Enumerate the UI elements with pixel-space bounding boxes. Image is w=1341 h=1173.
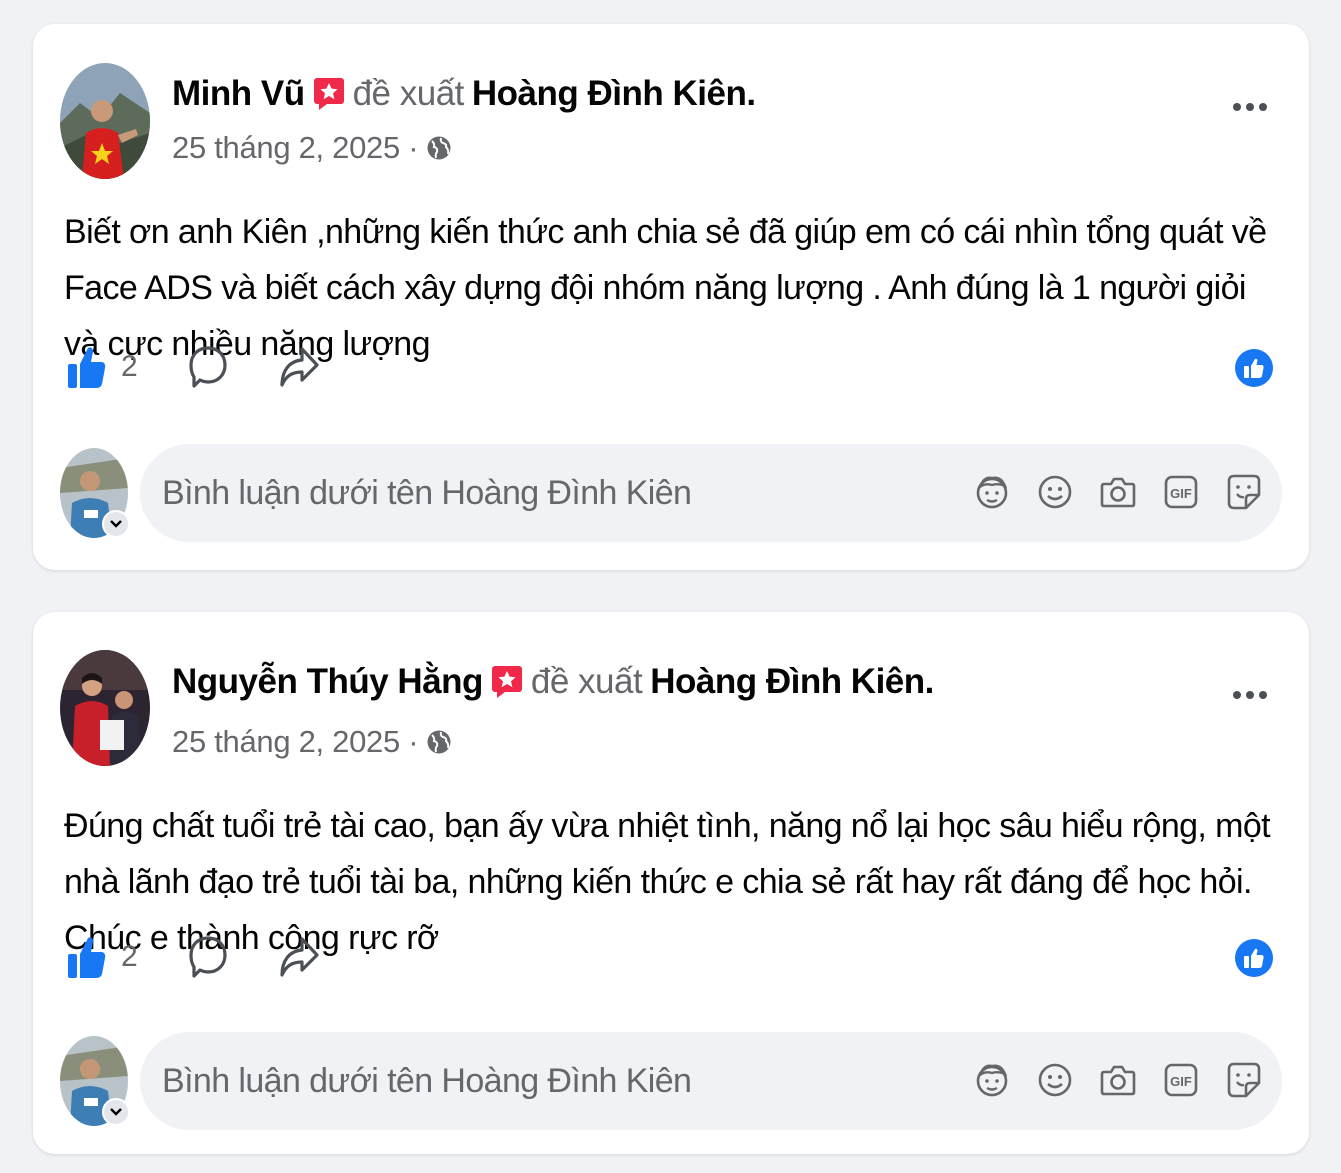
comment-bubble-icon [189, 936, 227, 978]
like-count: 2 [121, 940, 138, 973]
author-avatar[interactable] [60, 650, 150, 766]
like-reaction-icon[interactable] [1235, 349, 1273, 387]
recommend-verb: đề xuất [530, 662, 643, 701]
post-date[interactable]: 25 tháng 2, 2025 · [172, 130, 419, 166]
action-bar: 2 [67, 934, 320, 980]
author-avatar[interactable] [60, 63, 150, 179]
svg-text:GIF: GIF [1170, 1074, 1192, 1089]
recommend-star-badge-icon [491, 664, 523, 700]
emoji-icon[interactable] [1035, 1060, 1075, 1100]
emoji-icon[interactable] [1035, 472, 1075, 512]
comment-composer: GIF [140, 444, 1282, 542]
author-name[interactable]: Nguyễn Thúy Hằng [172, 662, 483, 702]
comment-button[interactable] [188, 935, 228, 979]
comment-bubble-icon [189, 346, 227, 388]
post-meta: 25 tháng 2, 2025 · [172, 130, 452, 166]
globe-icon [427, 136, 451, 160]
recommend-star-badge-icon [313, 76, 345, 112]
comment-composer: GIF [140, 1032, 1282, 1130]
more-horizontal-icon[interactable] [1233, 690, 1267, 700]
composer-tools: GIF [949, 472, 1264, 512]
share-arrow-icon [280, 937, 319, 977]
sticker-icon[interactable] [1224, 472, 1264, 512]
post-meta: 25 tháng 2, 2025 · [172, 724, 452, 760]
globe-icon [427, 730, 451, 754]
chevron-down-icon[interactable] [102, 1098, 130, 1126]
more-horizontal-icon[interactable] [1233, 102, 1267, 112]
share-button[interactable] [278, 345, 320, 389]
thumbs-up-icon [68, 937, 106, 978]
share-button[interactable] [278, 935, 320, 979]
like-count: 2 [121, 350, 138, 383]
like-reaction-icon[interactable] [1235, 939, 1273, 977]
like-button[interactable]: 2 [67, 934, 138, 980]
author-name[interactable]: Minh Vũ [172, 74, 305, 114]
comment-input[interactable] [162, 473, 942, 513]
chevron-down-icon[interactable] [102, 510, 130, 538]
comment-input[interactable] [162, 1061, 942, 1101]
avatar-sticker-icon[interactable] [972, 472, 1012, 512]
action-bar: 2 [67, 344, 320, 390]
composer-tools: GIF [949, 1060, 1264, 1100]
camera-icon[interactable] [1098, 472, 1138, 512]
current-user-avatar[interactable] [60, 448, 130, 538]
avatar-sticker-icon[interactable] [972, 1060, 1012, 1100]
recommendation-post: Minh Vũ đề xuất Hoàng Đình Kiên. 25 thán… [33, 24, 1309, 570]
share-arrow-icon [280, 347, 319, 387]
like-button[interactable]: 2 [67, 344, 138, 390]
camera-icon[interactable] [1098, 1060, 1138, 1100]
post-header: Nguyễn Thúy Hằng đề xuất Hoàng Đình Kiên… [172, 662, 934, 702]
post-date[interactable]: 25 tháng 2, 2025 · [172, 724, 419, 760]
svg-text:GIF: GIF [1170, 486, 1192, 501]
thumbs-up-icon [68, 347, 106, 388]
sticker-icon[interactable] [1224, 1060, 1264, 1100]
recommend-verb: đề xuất [352, 74, 465, 113]
post-header: Minh Vũ đề xuất Hoàng Đình Kiên. [172, 74, 756, 114]
gif-icon[interactable]: GIF [1161, 1060, 1201, 1100]
gif-icon[interactable]: GIF [1161, 472, 1201, 512]
comment-button[interactable] [188, 345, 228, 389]
current-user-avatar[interactable] [60, 1036, 130, 1126]
recommendation-post: Nguyễn Thúy Hằng đề xuất Hoàng Đình Kiên… [33, 612, 1309, 1154]
recommended-page[interactable]: Hoàng Đình Kiên. [650, 662, 934, 702]
recommended-page[interactable]: Hoàng Đình Kiên. [472, 74, 756, 114]
